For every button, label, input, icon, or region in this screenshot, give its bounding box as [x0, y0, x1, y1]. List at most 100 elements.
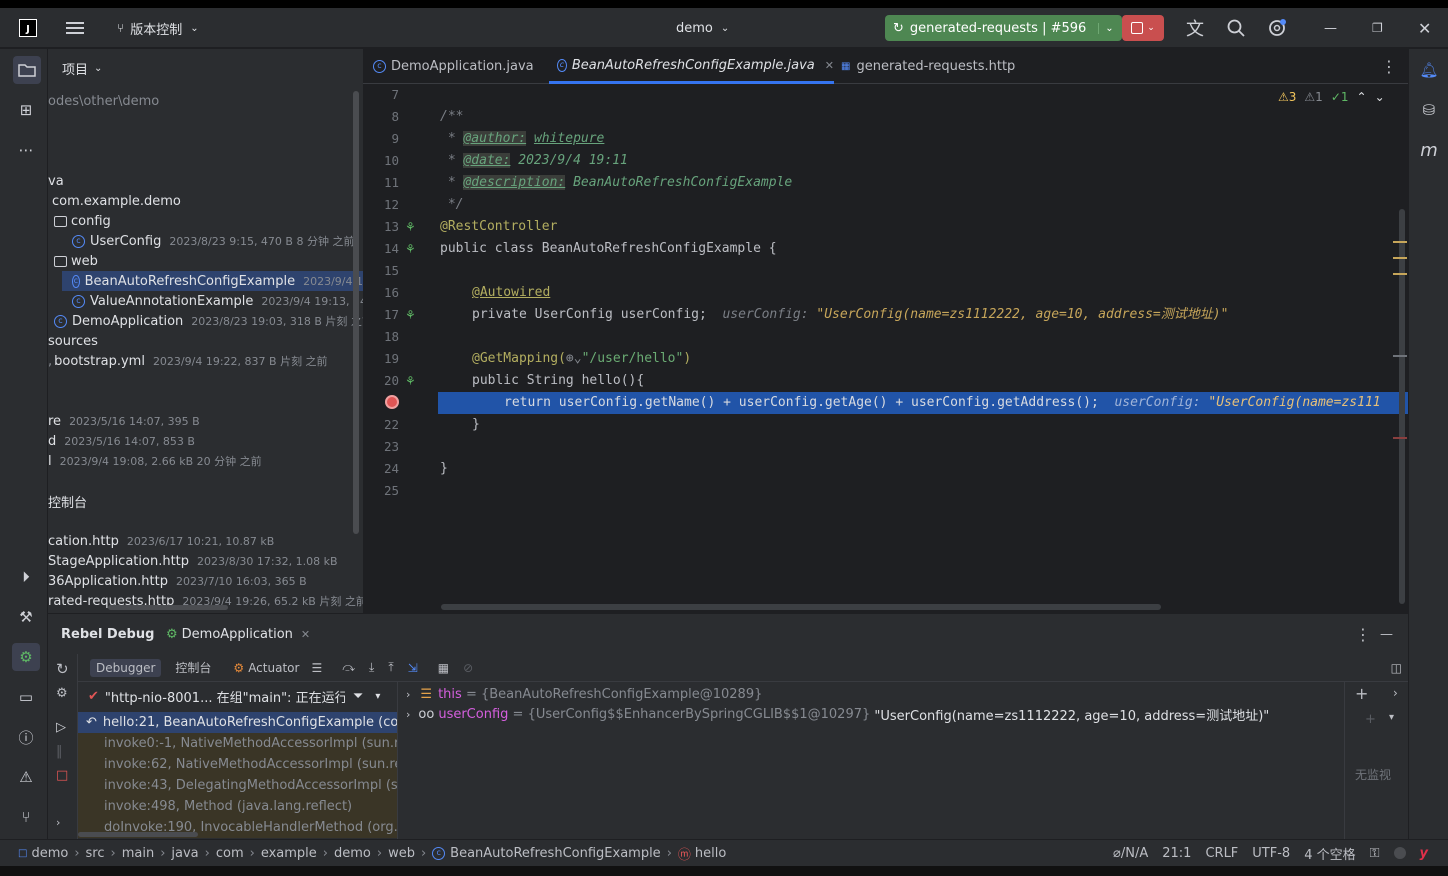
more-options-icon[interactable]: ⋮ — [1355, 614, 1371, 654]
tree-row[interactable]: sources — [48, 331, 98, 351]
tree-row-package[interactable]: com.example.demo — [52, 191, 181, 211]
tree-row-class[interactable]: c UserConfig 2023/8/23 9:15, 470 B 8 分钟 之前 — [72, 231, 354, 251]
frames-hscrollbar[interactable] — [78, 832, 198, 837]
tree-row-file[interactable]: l 2023/9/4 19:08, 2.66 kB 20 分钟 之前 — [48, 451, 262, 471]
filter-icon[interactable]: ⏷ — [353, 689, 363, 704]
tree-row-http[interactable]: 36Application.http 2023/7/10 16:03, 365 B — [48, 571, 307, 591]
tree-row-http[interactable]: cation.http 2023/6/17 10:21, 10.87 kB — [48, 531, 274, 551]
tab-generated-requests[interactable]: ▦ generated-requests.http — [841, 49, 1015, 84]
current-execution-line[interactable]: return userConfig.getName() + userConfig… — [438, 392, 1408, 414]
tab-debugger[interactable]: Debugger — [90, 658, 162, 677]
maven-icon[interactable]: m — [1415, 136, 1443, 164]
close-window-icon[interactable]: ✕ — [1418, 8, 1431, 48]
problems-icon[interactable]: ⓘ — [12, 723, 40, 751]
git-icon[interactable]: ⑂ — [12, 803, 40, 831]
breadcrumb-item[interactable]: java — [171, 846, 198, 861]
project-folder-icon[interactable] — [13, 56, 41, 84]
code-view[interactable]: /** * @author: whitepure * @date: 2023/9… — [438, 84, 1408, 613]
build-icon[interactable]: ⚒ — [12, 603, 40, 631]
expand-chevron-icon[interactable]: › — [56, 816, 60, 829]
tree-row-folder-config[interactable]: config — [54, 211, 111, 231]
main-menu-button[interactable] — [66, 8, 84, 48]
minimize-window-icon[interactable]: — — [1324, 8, 1337, 48]
stack-frame[interactable]: invoke:498, Method (java.lang.reflect) — [78, 796, 397, 817]
spring-bean-icon[interactable]: ⚘ — [405, 220, 416, 234]
more-tools-icon[interactable]: ⋯ — [12, 136, 40, 164]
plugin-y-icon[interactable]: y — [1420, 846, 1428, 861]
tree-row[interactable]: va — [48, 171, 64, 191]
resume-icon[interactable]: ▷ — [56, 720, 66, 735]
project-hscrollbar[interactable] — [108, 605, 228, 610]
caret-position[interactable]: 21:1 — [1162, 846, 1191, 861]
breadcrumb-item[interactable]: src — [86, 846, 105, 861]
project-scrollbar[interactable] — [353, 91, 359, 534]
search-icon[interactable] — [1227, 8, 1245, 48]
breadcrumb-item[interactable]: com — [216, 846, 244, 861]
evaluate-icon[interactable]: ▦ — [438, 661, 449, 675]
mute-breakpoints-icon[interactable]: ⊘ — [463, 661, 473, 675]
editor-hscrollbar[interactable] — [441, 604, 1161, 610]
minimize-panel-icon[interactable]: — — [1380, 614, 1393, 654]
breakpoint-icon[interactable] — [385, 395, 399, 409]
variable-row-userconfig[interactable]: › oo userConfig = {UserConfig$$EnhancerB… — [406, 704, 1269, 724]
step-into-icon[interactable]: ⤓ — [369, 660, 374, 675]
notifications-bell-icon[interactable]: 🔔︎ — [1415, 56, 1443, 84]
thread-selector[interactable]: ✔ "http-nio-8001... 在组"main": 正在运行 ⏷ ▾ — [78, 684, 397, 708]
tree-row-folder[interactable]: 控制台 — [48, 491, 87, 511]
spring-bean-icon[interactable]: ⚘ — [405, 242, 416, 256]
settings-gear-icon[interactable]: ⚙ — [56, 686, 68, 701]
tree-row-class[interactable]: c ValueAnnotationExample 2023/9/4 19:13, 5… — [72, 291, 363, 311]
inspection-widget[interactable]: ⚠3 ⚠1 ✓1 ⌃ ⌄ — [1278, 90, 1385, 104]
add-icon[interactable]: + — [1365, 712, 1376, 727]
line-separator[interactable]: CRLF — [1205, 846, 1238, 861]
run-to-cursor-icon[interactable]: ⇲ — [408, 661, 418, 675]
add-watch-icon[interactable]: + — [1355, 684, 1368, 703]
tree-row-http[interactable]: StageApplication.http 2023/8/30 17:32, 1.… — [48, 551, 338, 571]
chevron-down-icon[interactable]: ▾ — [375, 691, 380, 702]
editor-scrollbar[interactable] — [1399, 209, 1405, 604]
settings-gear-icon[interactable] — [1267, 8, 1287, 48]
stop-icon[interactable]: □ — [56, 768, 68, 783]
step-over-icon[interactable]: ⤼ — [342, 660, 355, 675]
stop-button[interactable]: ⌄ — [1122, 15, 1164, 41]
layout-icon[interactable]: ◫ — [1391, 661, 1402, 675]
tree-row-class[interactable]: c DemoApplication 2023/8/23 19:03, 318 B 片… — [54, 311, 363, 331]
threads-list-icon[interactable]: ☰ — [311, 661, 322, 675]
spring-endpoint-icon[interactable]: ⚘ — [405, 374, 416, 388]
services-icon[interactable]: ⏵ — [12, 563, 40, 591]
run-config-selector[interactable]: ↻ generated-requests | #596 ⌄ — [885, 15, 1122, 41]
chevron-right-icon[interactable]: › — [1393, 686, 1398, 700]
vcs-menu[interactable]: ⑂ 版本控制 ⌄ — [117, 8, 199, 48]
rebel-debug-icon[interactable]: ⚙ — [12, 643, 40, 671]
restore-window-icon[interactable]: ❐ — [1372, 8, 1383, 48]
tree-row-file[interactable]: , bootstrap.yml 2023/9/4 19:22, 837 B 片刻 之… — [48, 351, 328, 371]
breadcrumb-item[interactable]: hello — [695, 846, 726, 861]
close-tab-icon[interactable]: ✕ — [825, 59, 834, 72]
tab-bean-auto-refresh[interactable]: c BeanAutoRefreshConfigExample.java ✕ — [549, 49, 834, 84]
status-circle-icon[interactable] — [1393, 847, 1406, 859]
warning-icon[interactable]: ⚠ — [12, 763, 40, 791]
status-na[interactable]: ⌀/N/A — [1113, 846, 1148, 861]
debug-session-tab[interactable]: ⚙ DemoApplication ✕ — [166, 614, 310, 654]
structure-icon[interactable]: ⊞ — [12, 96, 40, 124]
breadcrumb-item[interactable]: example — [261, 846, 317, 861]
close-tab-icon[interactable]: ✕ — [301, 628, 310, 641]
tree-row-selected-class[interactable]: c BeanAutoRefreshConfigExample 2023/9/4 1 — [62, 271, 363, 291]
translate-icon[interactable]: 文 — [1186, 8, 1204, 48]
project-switcher[interactable]: demo ⌄ — [676, 8, 729, 48]
tab-actuator[interactable]: Actuator — [248, 661, 299, 675]
breadcrumb-item[interactable]: BeanAutoRefreshConfigExample — [450, 846, 661, 861]
tabs-more-icon[interactable]: ⋮ — [1381, 49, 1397, 84]
stack-frame-current[interactable]: ↶ hello:21, BeanAutoRefreshConfigExample … — [78, 712, 397, 733]
breadcrumb-item[interactable]: web — [388, 846, 415, 861]
tree-row-file[interactable]: d 2023/5/16 14:07, 853 B — [48, 431, 195, 451]
terminal-icon[interactable]: ▭ — [12, 683, 40, 711]
step-out-icon[interactable]: ⤒ — [388, 660, 393, 675]
breadcrumb-item[interactable]: demo — [334, 846, 371, 861]
stack-frame[interactable]: invoke:43, DelegatingMethodAccessorImpl … — [78, 775, 397, 796]
ide-logo-icon[interactable]: J — [19, 19, 37, 37]
rerun-icon[interactable]: ↻ — [56, 660, 69, 678]
breadcrumb-item[interactable]: main — [122, 846, 154, 861]
tree-row-file[interactable]: re 2023/5/16 14:07, 395 B — [48, 411, 200, 431]
database-icon[interactable]: ⛁ — [1415, 96, 1443, 124]
